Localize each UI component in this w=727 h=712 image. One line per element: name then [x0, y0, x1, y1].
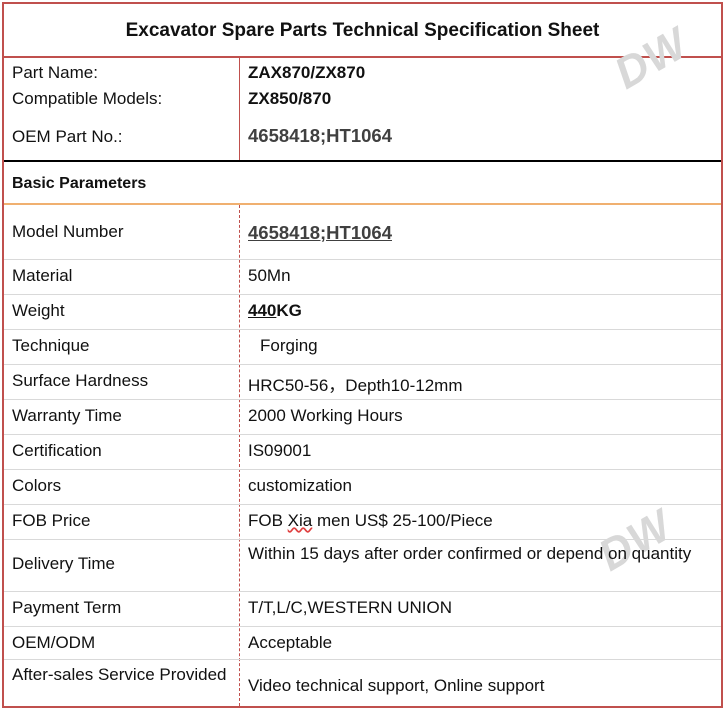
material-label: Material	[12, 266, 73, 285]
weight-number: 440	[248, 301, 277, 320]
weight-value: 440KG	[248, 301, 302, 321]
after-sales-value: Video technical support, Online support	[248, 676, 545, 695]
fob-prefix: FOB	[248, 511, 288, 530]
row-separator	[4, 399, 721, 400]
params-divider	[239, 205, 240, 706]
oem-part-value: 4658418;HT1064	[248, 125, 392, 146]
oem-odm-value: Acceptable	[248, 633, 333, 652]
model-number-value: 4658418;HT1064	[248, 222, 392, 243]
row-separator	[4, 434, 721, 435]
fob-suffix: men US$ 25-100/Piece	[312, 511, 493, 530]
certification-label: Certification	[12, 441, 102, 460]
compatible-models-label: Compatible Models:	[12, 89, 163, 108]
after-sales-label: After-sales Service Provided	[12, 662, 232, 688]
payment-value: T/T,L/C,WESTERN UNION	[248, 598, 453, 617]
delivery-label: Delivery Time	[12, 554, 115, 573]
weight-label: Weight	[12, 301, 65, 320]
row-separator	[4, 626, 721, 627]
surface-hardness-value: HRC50-56，Depth10-12mm	[248, 376, 463, 395]
row-separator	[4, 294, 721, 295]
oem-odm-label: OEM/ODM	[12, 633, 96, 652]
row-separator	[4, 659, 721, 660]
section-title: Basic Parameters	[12, 175, 147, 192]
header-divider	[239, 56, 240, 160]
weight-unit: KG	[276, 301, 302, 320]
certification-value: IS09001	[248, 441, 312, 460]
part-name-value: ZAX870/ZX870	[248, 63, 366, 82]
spec-sheet: Excavator Spare Parts Technical Specific…	[2, 2, 723, 708]
row-separator	[4, 504, 721, 505]
payment-label: Payment Term	[12, 598, 122, 617]
delivery-value: Within 15 days after order confirmed or …	[248, 544, 692, 563]
part-name-label: Part Name:	[12, 63, 98, 82]
row-separator	[4, 364, 721, 365]
warranty-label: Warranty Time	[12, 406, 122, 425]
technique-label: Technique	[12, 336, 90, 355]
surface-hardness-label: Surface Hardness	[12, 371, 149, 390]
material-value: 50Mn	[248, 266, 291, 285]
after-sales-label-text: After-sales Service Provided	[12, 665, 227, 684]
fob-price-label: FOB Price	[12, 511, 91, 530]
compatible-models-value: ZX850/870	[248, 89, 332, 108]
oem-part-label: OEM Part No.:	[12, 127, 123, 146]
sheet-title: Excavator Spare Parts Technical Specific…	[4, 4, 721, 58]
row-separator	[4, 539, 721, 540]
model-number-label: Model Number	[12, 222, 124, 241]
warranty-value: 2000 Working Hours	[248, 406, 403, 425]
row-separator	[4, 329, 721, 330]
fob-price-value: FOB Xia men US$ 25-100/Piece	[248, 511, 493, 531]
row-separator	[4, 259, 721, 260]
colors-label: Colors	[12, 476, 62, 495]
row-separator	[4, 591, 721, 592]
basic-parameters-header: Basic Parameters	[4, 160, 721, 205]
technique-value: Forging	[260, 336, 318, 355]
fob-marked-word: Xia	[287, 511, 313, 530]
row-separator	[4, 469, 721, 470]
colors-value: customization	[248, 476, 352, 495]
